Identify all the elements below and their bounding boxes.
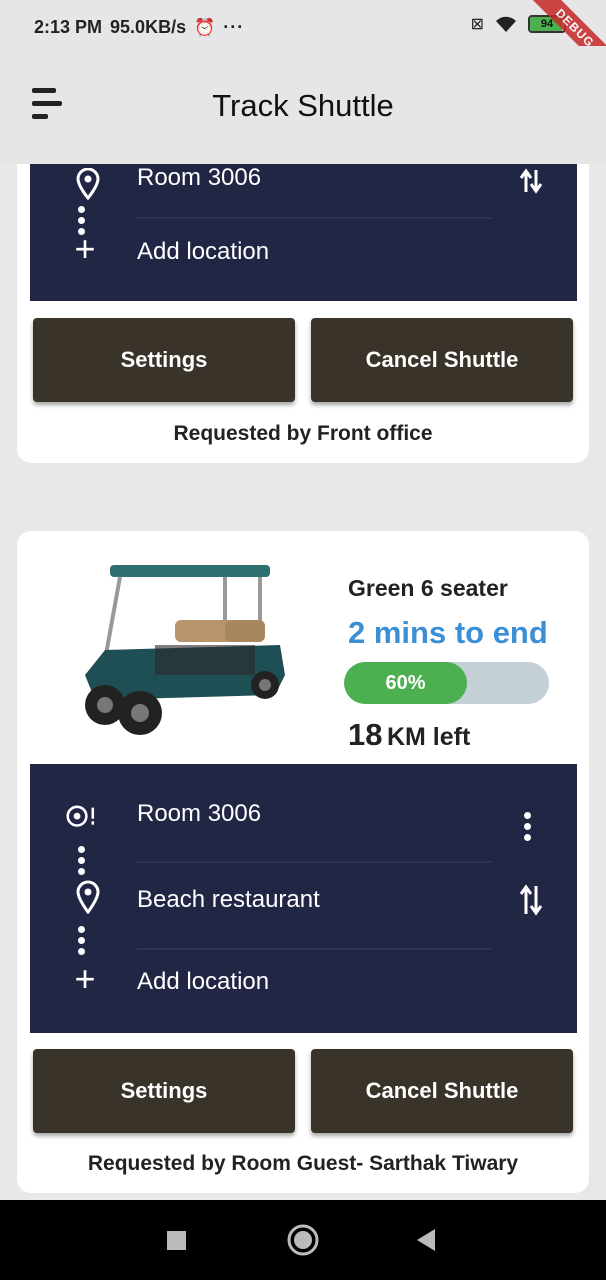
settings-button[interactable]: Settings bbox=[33, 1049, 295, 1133]
route-stop-room[interactable]: Room 3006 bbox=[30, 164, 577, 220]
route-stop-beach[interactable]: Beach restaurant bbox=[30, 880, 577, 932]
eta-text: 2 mins to end bbox=[348, 615, 548, 650]
circle-icon bbox=[287, 1224, 319, 1256]
wifi-icon bbox=[496, 16, 516, 32]
cancel-shuttle-button[interactable]: Cancel Shuttle bbox=[311, 318, 573, 402]
route-divider bbox=[137, 861, 491, 863]
cancel-shuttle-button[interactable]: Cancel Shuttle bbox=[311, 1049, 573, 1133]
swap-vert-icon[interactable] bbox=[519, 168, 543, 194]
more-notifications-icon: ··· bbox=[223, 17, 245, 37]
sim-off-icon: ⊠ bbox=[470, 16, 484, 33]
route-divider bbox=[137, 217, 491, 219]
route-connector bbox=[78, 846, 86, 879]
plus-icon: + bbox=[74, 958, 96, 999]
trip-progress-bar: 60% bbox=[344, 662, 549, 704]
route-stop-label: Beach restaurant bbox=[137, 886, 320, 913]
requested-by: Requested by Room Guest- Sarthak Tiwary bbox=[87, 1152, 519, 1175]
back-button[interactable] bbox=[396, 1200, 456, 1280]
square-icon bbox=[167, 1231, 186, 1250]
add-location-row[interactable]: + Add location bbox=[30, 958, 577, 1014]
add-location-row[interactable]: + Add location bbox=[30, 228, 577, 282]
add-location-label: Add location bbox=[137, 968, 270, 995]
triangle-back-icon bbox=[417, 1229, 435, 1251]
status-time: 2:13 PM bbox=[34, 17, 103, 37]
route-connector bbox=[78, 926, 86, 959]
shuttle-card-2: Green 6 seater 2 mins to end 60% 18 KM l… bbox=[17, 531, 589, 1193]
requested-by: Requested by Front office bbox=[173, 422, 433, 445]
add-location-label: Add location bbox=[137, 238, 270, 265]
vehicle-name: Green 6 seater bbox=[348, 575, 508, 601]
home-button[interactable] bbox=[273, 1200, 333, 1280]
system-nav-bar bbox=[0, 1200, 606, 1280]
status-left: 2:13 PM 95.0KB/s ⏰ ··· bbox=[34, 17, 244, 38]
shuttle-list[interactable]: Room 3006 + Add location Settings Cancel… bbox=[0, 164, 606, 1200]
settings-button[interactable]: Settings bbox=[33, 318, 295, 402]
plus-icon: + bbox=[74, 228, 96, 269]
status-bar: 2:13 PM 95.0KB/s ⏰ ··· ⊠ 94 DEBUG bbox=[0, 0, 606, 82]
target-pin-icon bbox=[66, 805, 95, 827]
recents-button[interactable] bbox=[147, 1200, 207, 1280]
route-panel: Room 3006 Beach restaurant + Add locatio… bbox=[30, 764, 577, 1033]
alarm-icon: ⏰ bbox=[194, 17, 216, 37]
route-stop-label: Room 3006 bbox=[137, 800, 262, 827]
location-pin-icon bbox=[76, 168, 100, 200]
more-vert-icon[interactable] bbox=[524, 812, 532, 845]
distance-left: 18 KM left bbox=[348, 717, 470, 753]
network-speed: 95.0KB/s bbox=[110, 17, 187, 37]
progress-label: 60% bbox=[385, 672, 426, 694]
shuttle-image bbox=[85, 565, 285, 735]
app-bar: Track Shuttle bbox=[0, 46, 606, 164]
location-pin-icon bbox=[76, 880, 100, 914]
route-panel: Room 3006 + Add location bbox=[30, 164, 577, 301]
distance-unit: KM left bbox=[386, 723, 471, 751]
route-stop-room[interactable]: Room 3006 bbox=[30, 794, 577, 844]
page-title: Track Shuttle bbox=[212, 88, 394, 123]
route-divider bbox=[137, 948, 491, 950]
swap-vert-icon[interactable] bbox=[519, 884, 543, 916]
distance-number: 18 bbox=[348, 717, 383, 752]
route-stop-label: Room 3006 bbox=[137, 164, 262, 191]
shuttle-card-1: Room 3006 + Add location Settings Cancel… bbox=[17, 164, 589, 463]
